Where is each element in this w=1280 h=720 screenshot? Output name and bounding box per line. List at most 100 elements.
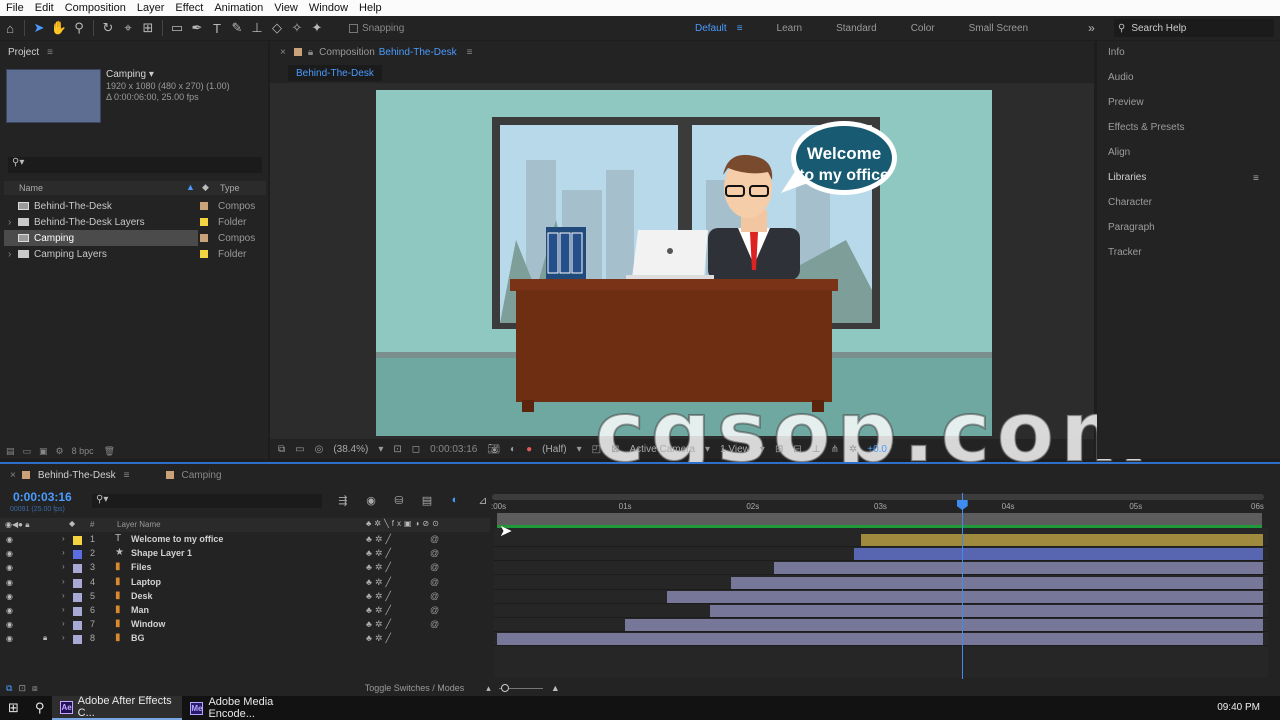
- taskbar-app-me[interactable]: Me Adobe Media Encode...: [182, 696, 312, 720]
- visibility-eye-icon[interactable]: ◉: [6, 634, 13, 643]
- parent-pickwhip-icon[interactable]: @: [430, 548, 439, 558]
- more-workspaces-icon[interactable]: »: [1088, 21, 1095, 35]
- project-item[interactable]: › Camping Layers Folder: [4, 246, 266, 262]
- panel-align[interactable]: Align: [1108, 147, 1130, 158]
- chevron-down-icon[interactable]: ▾: [705, 444, 710, 455]
- workspace-learn[interactable]: Learn: [777, 23, 803, 34]
- layer-duration-bar[interactable]: [666, 590, 1263, 603]
- panel-audio[interactable]: Audio: [1108, 72, 1134, 83]
- zoom-slider[interactable]: [498, 683, 543, 692]
- type-column-header[interactable]: Type: [220, 183, 240, 193]
- panel-effects-presets[interactable]: Effects & Presets: [1108, 122, 1185, 133]
- fast-preview-icon[interactable]: ⊟: [793, 444, 801, 455]
- motion-blur-icon[interactable]: ◐: [447, 494, 463, 508]
- eraser-tool-icon[interactable]: ◇: [267, 18, 287, 38]
- panel-preview[interactable]: Preview: [1108, 97, 1144, 108]
- mask-visibility-icon[interactable]: ◻: [412, 444, 420, 455]
- project-item-name-cell[interactable]: Camping: [4, 230, 198, 246]
- project-item[interactable]: Behind-The-Desk Compos: [4, 198, 266, 214]
- exposure-reset-icon[interactable]: ✲: [849, 444, 857, 455]
- expand-arrow-icon[interactable]: ›: [62, 633, 65, 642]
- roto-brush-tool-icon[interactable]: ✧: [287, 18, 307, 38]
- workspace-standard[interactable]: Standard: [836, 23, 877, 34]
- layer-row[interactable]: ◉ › 3 ▮ Files ♣✲╱ @: [0, 561, 490, 575]
- frame-blending-icon[interactable]: ▤: [419, 494, 435, 508]
- timeline-tab[interactable]: × Behind-The-Desk ≡: [0, 470, 140, 481]
- graph-editor-icon[interactable]: ⊿: [475, 494, 491, 508]
- sort-ascending-icon[interactable]: ▲: [186, 182, 195, 192]
- menu-animation[interactable]: Animation: [214, 2, 263, 14]
- flowchart-icon[interactable]: ⋔: [830, 444, 838, 455]
- expand-arrow-icon[interactable]: ›: [62, 548, 65, 557]
- layer-label-color[interactable]: [73, 621, 82, 631]
- layer-name[interactable]: Files: [131, 562, 152, 572]
- layer-switches[interactable]: ♣✲╱: [366, 619, 394, 630]
- layer-row[interactable]: ◉ › 2 ★ Shape Layer 1 ♣✲╱ @: [0, 547, 490, 561]
- layer-switches[interactable]: ♣✲╱: [366, 633, 394, 644]
- expand-arrow-icon[interactable]: ›: [8, 217, 14, 228]
- transfer-controls-icon[interactable]: ⊡: [18, 683, 26, 694]
- layer-row[interactable]: ◉ › 6 ▮ Man ♣✲╱ @: [0, 604, 490, 618]
- transparency-grid-icon[interactable]: ⊠: [611, 444, 619, 455]
- menu-file[interactable]: File: [6, 2, 24, 14]
- menu-edit[interactable]: Edit: [35, 2, 54, 14]
- puppet-tool-icon[interactable]: ✦: [307, 18, 327, 38]
- trash-icon[interactable]: 🗑: [104, 446, 115, 457]
- layer-duration-bar[interactable]: [854, 548, 1263, 561]
- visibility-eye-icon[interactable]: ◉: [6, 578, 13, 587]
- panel-menu-icon[interactable]: ≡: [47, 47, 53, 58]
- draft-3d-icon[interactable]: ◉: [363, 494, 379, 508]
- layer-name[interactable]: Desk: [131, 591, 153, 601]
- timeline-tab[interactable]: Camping: [156, 470, 232, 481]
- project-item[interactable]: Camping Compos: [4, 230, 266, 246]
- panel-menu-icon[interactable]: ≡: [1253, 173, 1259, 184]
- new-folder-icon[interactable]: ▭: [23, 446, 32, 457]
- selection-tool-icon[interactable]: ➤: [29, 18, 49, 38]
- composition-tab[interactable]: × 🔒︎ Composition Behind-The-Desk ≡: [270, 41, 472, 63]
- expand-arrow-icon[interactable]: ›: [62, 534, 65, 543]
- panel-info[interactable]: Info: [1108, 47, 1125, 58]
- layer-name-column-header[interactable]: Layer Name: [117, 520, 161, 529]
- layer-label-color[interactable]: [73, 578, 82, 588]
- layer-switches[interactable]: ♣✲╱: [366, 577, 394, 588]
- work-area-bar[interactable]: [497, 513, 1262, 525]
- composition-flowchart-tab[interactable]: Behind-The-Desk: [288, 65, 382, 81]
- parent-pickwhip-icon[interactable]: @: [430, 591, 439, 601]
- layer-label-color[interactable]: [73, 536, 82, 545]
- dropdown-arrow-icon[interactable]: ▾: [149, 69, 154, 80]
- pen-tool-icon[interactable]: ✒: [187, 18, 207, 38]
- panel-character[interactable]: Character: [1108, 197, 1152, 208]
- camera-tool-icon[interactable]: ⌖: [118, 18, 138, 38]
- chevron-down-icon[interactable]: ▾: [378, 444, 383, 455]
- lock-icon[interactable]: 🔒︎: [308, 47, 313, 58]
- lock-icon[interactable]: 🔒︎: [43, 633, 47, 643]
- timeline-current-time[interactable]: 0:00:03:16: [13, 490, 72, 504]
- layer-name[interactable]: Shape Layer 1: [131, 548, 192, 558]
- name-column-header[interactable]: Name: [19, 183, 43, 193]
- label-column-icon[interactable]: ◆: [202, 182, 209, 193]
- workspace-color[interactable]: Color: [911, 23, 935, 34]
- layer-name[interactable]: Man: [131, 605, 149, 615]
- layer-row[interactable]: ◉ › 5 ▮ Desk ♣✲╱ @: [0, 590, 490, 604]
- layer-switches-icon[interactable]: ⧉: [6, 683, 12, 694]
- search-help-field[interactable]: ⚲ Search Help: [1114, 19, 1274, 37]
- panel-libraries[interactable]: Libraries: [1108, 172, 1146, 183]
- layer-row[interactable]: ◉ › 4 ▮ Laptop ♣✲╱ @: [0, 576, 490, 590]
- zoom-tool-icon[interactable]: ⚲: [69, 18, 89, 38]
- layer-label-color[interactable]: [73, 592, 82, 602]
- project-settings-icon[interactable]: ⚙: [56, 446, 64, 457]
- layer-switches[interactable]: ♣✲╱: [366, 548, 394, 559]
- timeline-search-input[interactable]: ⚲▾: [92, 494, 322, 508]
- label-color-swatch[interactable]: [200, 250, 208, 258]
- bit-depth-label[interactable]: 8 bpc: [72, 446, 94, 456]
- project-item[interactable]: › Behind-The-Desk Layers Folder: [4, 214, 266, 230]
- layer-name[interactable]: Welcome to my office: [131, 534, 223, 544]
- show-snapshot-icon[interactable]: ◐: [510, 444, 516, 455]
- zoom-dropdown[interactable]: (38.4%): [333, 444, 368, 455]
- project-item-name-cell[interactable]: › Behind-The-Desk Layers: [4, 214, 198, 230]
- layer-row[interactable]: ◉ 🔒︎ › 8 ▮ BG ♣✲╱: [0, 632, 490, 646]
- parent-pickwhip-icon[interactable]: @: [430, 534, 439, 544]
- zoom-out-icon[interactable]: ▴: [486, 683, 491, 694]
- layer-duration-bar[interactable]: [730, 576, 1263, 589]
- interpret-footage-icon[interactable]: ▤: [6, 446, 15, 457]
